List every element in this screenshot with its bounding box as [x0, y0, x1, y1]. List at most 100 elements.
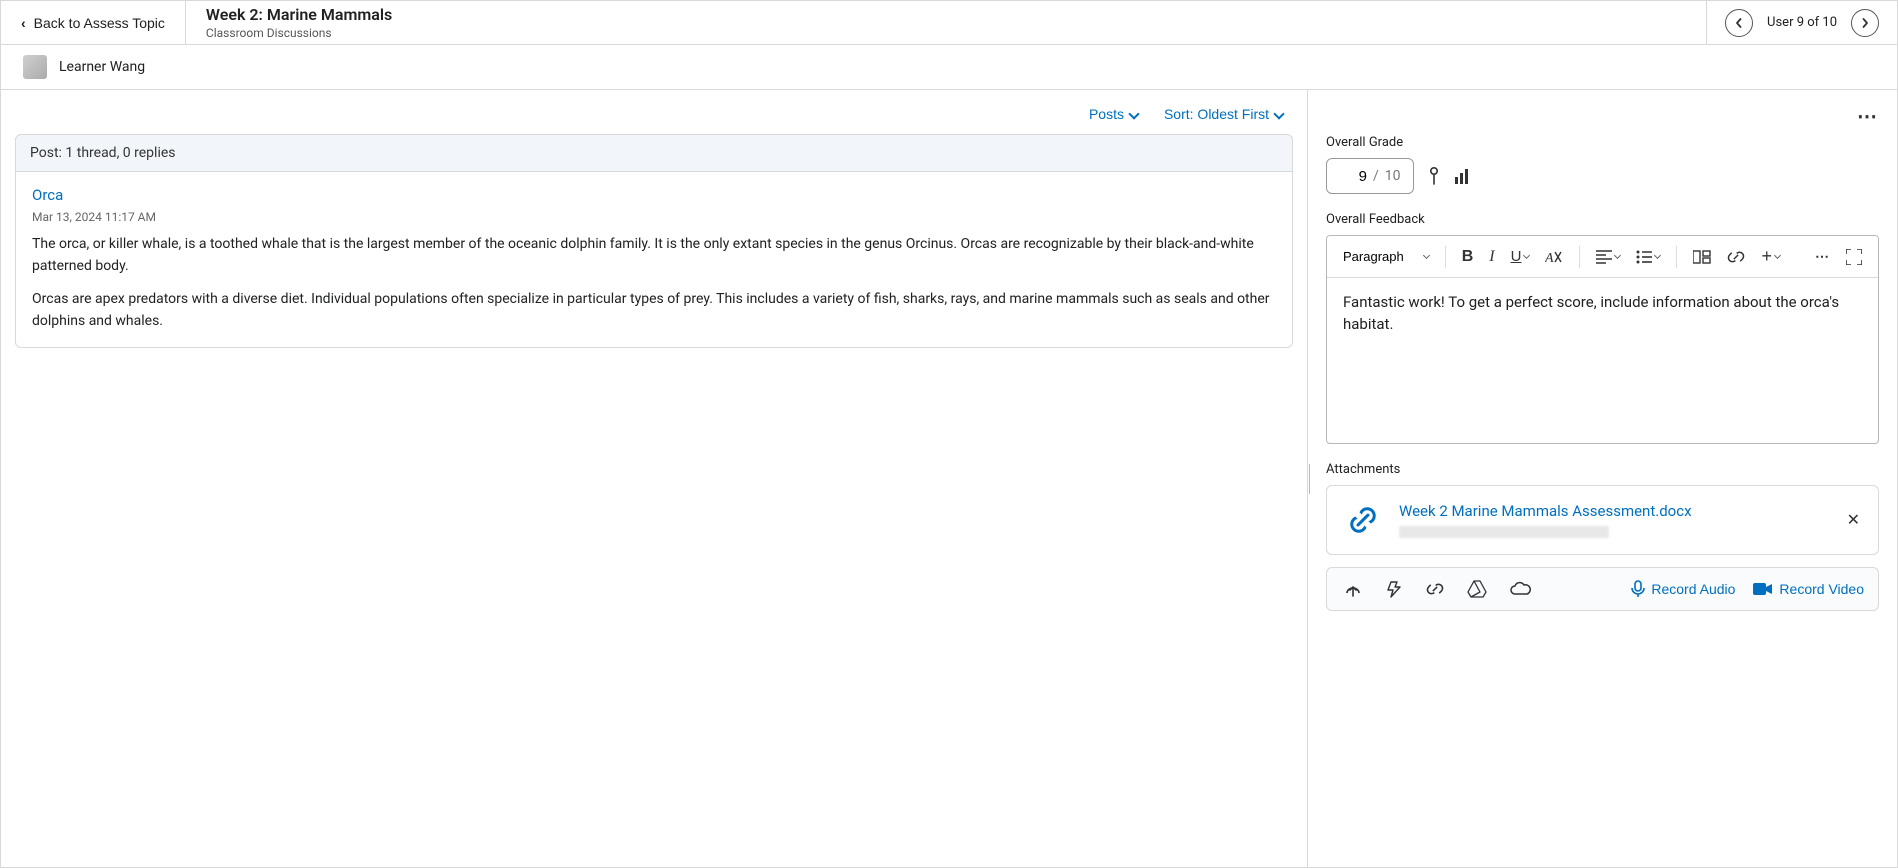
more-horizontal-icon: ⋯ — [1815, 248, 1830, 265]
microphone-icon — [1631, 580, 1645, 598]
chevron-down-icon — [1614, 252, 1621, 259]
rte-clear-format-button[interactable]: A — [1539, 245, 1569, 269]
attachments-section: Attachments Week 2 Mar — [1326, 462, 1879, 611]
record-audio-label: Record Audio — [1651, 581, 1735, 597]
posts-filter-dropdown[interactable]: Posts — [1089, 106, 1138, 122]
posts-panel: Posts Sort: Oldest First Post: 1 thread,… — [1, 90, 1307, 867]
link-icon — [1425, 580, 1445, 598]
rte-italic-button[interactable]: I — [1483, 244, 1500, 270]
attachment-card: Week 2 Marine Mammals Assessment.docx ✕ — [1326, 485, 1879, 555]
feedback-editor: Paragraph B I U A — [1326, 235, 1879, 444]
google-drive-icon — [1467, 580, 1487, 598]
body-area: Posts Sort: Oldest First Post: 1 thread,… — [1, 90, 1897, 867]
post-card: Orca Mar 13, 2024 11:17 AM The orca, or … — [15, 172, 1293, 348]
align-icon — [1596, 250, 1612, 264]
post-title-link[interactable]: Orca — [32, 186, 63, 204]
learner-row: Learner Wang — [1, 45, 1897, 90]
page-title: Week 2: Marine Mammals — [206, 5, 1686, 24]
rte-more-button[interactable]: ⋯ — [1809, 244, 1836, 269]
overall-grade-label: Overall Grade — [1326, 135, 1879, 150]
attachment-actions-bar: Record Audio Record Video — [1326, 567, 1879, 611]
grade-slash: / — [1373, 168, 1379, 184]
grade-input[interactable] — [1339, 168, 1367, 185]
overall-feedback-label: Overall Feedback — [1326, 212, 1879, 227]
onedrive-button[interactable] — [1507, 579, 1533, 599]
post-date: Mar 13, 2024 11:17 AM — [32, 210, 1276, 224]
posts-summary: Post: 1 thread, 0 replies — [15, 134, 1293, 172]
prev-user-button[interactable] — [1725, 9, 1753, 37]
user-nav: User 9 of 10 — [1706, 1, 1897, 44]
chevron-down-icon — [1523, 252, 1530, 259]
grade-stats-button[interactable] — [1454, 167, 1474, 185]
bar-chart-icon — [1454, 167, 1474, 185]
attachment-link[interactable]: Week 2 Marine Mammals Assessment.docx — [1399, 502, 1692, 520]
video-camera-icon — [1753, 582, 1773, 596]
link-attach-button[interactable] — [1423, 578, 1447, 600]
svg-text:A: A — [1545, 251, 1554, 265]
assessment-panel: ⋯ Overall Grade / 10 — [1307, 90, 1897, 867]
upload-file-button[interactable] — [1341, 578, 1365, 600]
google-drive-button[interactable] — [1465, 578, 1489, 600]
chevron-down-icon — [1128, 108, 1139, 119]
rte-link-button[interactable] — [1721, 245, 1751, 269]
title-area: Week 2: Marine Mammals Classroom Discuss… — [186, 1, 1706, 44]
link-icon — [1727, 249, 1745, 265]
chevron-down-icon — [1774, 252, 1781, 259]
record-video-label: Record Video — [1779, 581, 1864, 597]
attachment-remove-button[interactable]: ✕ — [1843, 510, 1864, 530]
onedrive-icon — [1509, 581, 1531, 597]
attachment-meta — [1399, 526, 1609, 538]
map-pin-icon — [1426, 166, 1442, 186]
user-position: User 9 of 10 — [1767, 15, 1837, 30]
quicklink-icon — [1385, 580, 1403, 598]
clear-format-icon: A — [1545, 249, 1563, 265]
grade-denominator: 10 — [1385, 168, 1401, 184]
rte-paragraph-select[interactable]: Paragraph — [1337, 245, 1435, 268]
feedback-textarea[interactable]: Fantastic work! To get a perfect score, … — [1327, 278, 1878, 443]
more-horizontal-icon: ⋯ — [1857, 106, 1879, 128]
posts-filter-label: Posts — [1089, 106, 1124, 122]
attachment-info: Week 2 Marine Mammals Assessment.docx — [1399, 502, 1692, 538]
next-user-button[interactable] — [1851, 9, 1879, 37]
top-header: ‹ Back to Assess Topic Week 2: Marine Ma… — [1, 1, 1897, 45]
rte-underline-button[interactable]: U — [1505, 244, 1536, 269]
back-button[interactable]: ‹ Back to Assess Topic — [1, 1, 186, 44]
chevron-down-icon — [1654, 252, 1661, 259]
posts-sort-label: Sort: Oldest First — [1164, 106, 1269, 122]
record-audio-button[interactable]: Record Audio — [1631, 580, 1735, 598]
rte-toolbar: Paragraph B I U A — [1327, 236, 1878, 278]
attachment-icon — [1341, 498, 1385, 542]
fullscreen-icon — [1846, 249, 1862, 265]
chevron-right-icon — [1860, 18, 1870, 28]
upload-icon — [1343, 580, 1363, 598]
chevron-left-icon — [1734, 18, 1744, 28]
rte-align-button[interactable] — [1590, 246, 1626, 268]
list-icon — [1636, 250, 1652, 264]
post-paragraph: The orca, or killer whale, is a toothed … — [32, 234, 1276, 277]
rte-bold-button[interactable]: B — [1456, 244, 1480, 270]
link-attachment-icon — [1342, 499, 1384, 541]
back-label: Back to Assess Topic — [34, 15, 165, 31]
more-actions-button[interactable]: ⋯ — [1857, 104, 1879, 129]
post-body: The orca, or killer whale, is a toothed … — [32, 234, 1276, 333]
grade-input-box[interactable]: / 10 — [1326, 158, 1414, 194]
quicklink-button[interactable] — [1383, 578, 1405, 600]
rte-list-button[interactable] — [1630, 246, 1666, 268]
posts-sort-dropdown[interactable]: Sort: Oldest First — [1164, 106, 1283, 122]
chevron-down-icon — [1423, 252, 1430, 259]
panel-resizer[interactable] — [1307, 459, 1312, 499]
rte-insert-button[interactable]: + — [1755, 242, 1786, 271]
close-icon: ✕ — [1847, 512, 1860, 529]
attachments-label: Attachments — [1326, 462, 1879, 477]
insert-stuff-icon — [1693, 249, 1711, 265]
record-video-button[interactable]: Record Video — [1753, 581, 1864, 597]
posts-controls: Posts Sort: Oldest First — [15, 106, 1293, 134]
rte-fullscreen-button[interactable] — [1840, 245, 1868, 269]
chevron-down-icon — [1273, 108, 1284, 119]
page-subtitle: Classroom Discussions — [206, 26, 1686, 40]
chevron-left-icon: ‹ — [21, 15, 26, 31]
learner-name: Learner Wang — [59, 59, 145, 75]
rte-insert-stuff-button[interactable] — [1687, 245, 1717, 269]
grade-map-button[interactable] — [1426, 166, 1442, 186]
rte-paragraph-label: Paragraph — [1343, 249, 1404, 264]
